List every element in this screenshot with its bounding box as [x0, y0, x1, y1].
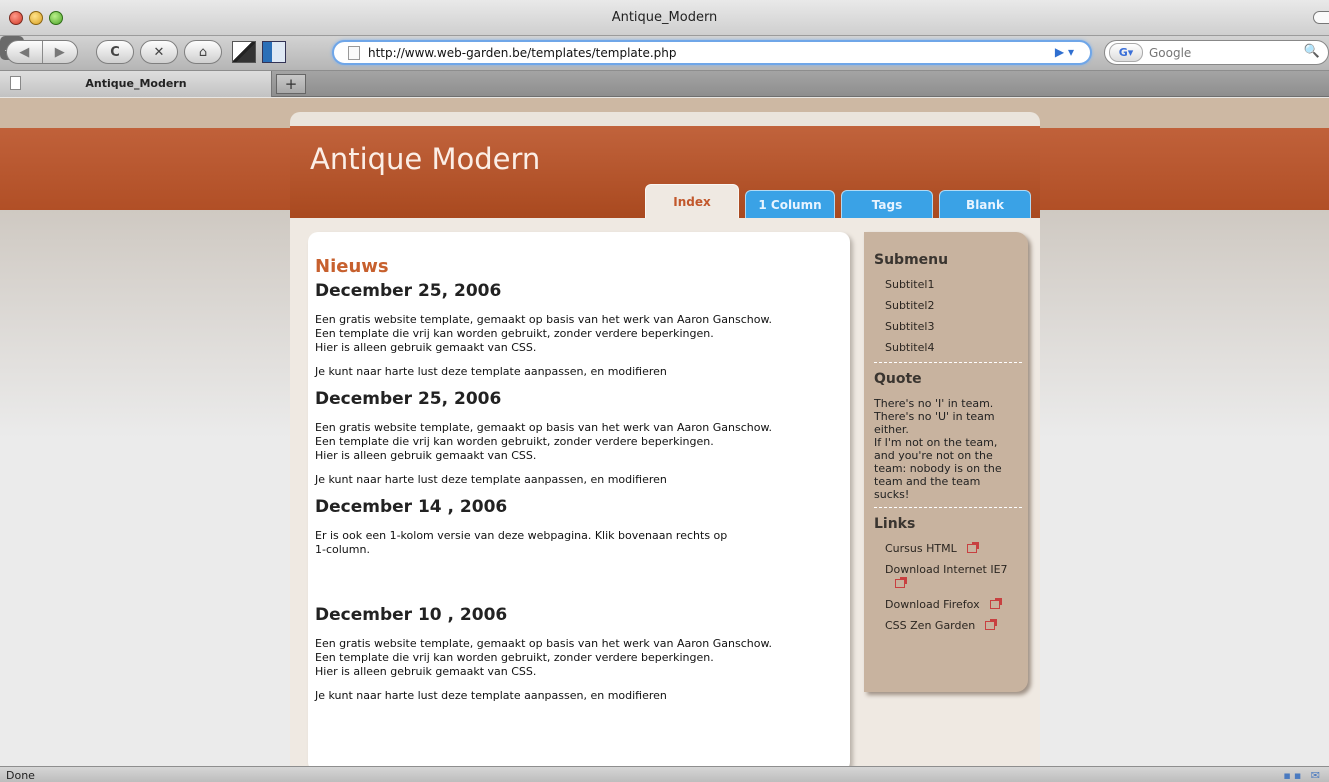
quote-title: Quote [874, 371, 922, 387]
link-cursus-html[interactable]: Cursus HTML [885, 542, 1022, 556]
news-post: December 25, 2006 Een gratis website tem… [315, 389, 835, 487]
tab-label: Antique_Modern [85, 77, 187, 90]
link-label[interactable]: Download Firefox [885, 598, 980, 611]
tab-antique-modern[interactable]: Antique_Modern [0, 71, 272, 97]
site-container: Antique Modern Index 1 Column Tags Blank… [290, 112, 1040, 766]
site-header: Antique Modern Index 1 Column Tags Blank [290, 126, 1040, 218]
post-paragraph: Er is ook een 1-kolom versie van deze we… [315, 529, 835, 557]
news-post: December 10 , 2006 Een gratis website te… [315, 605, 835, 703]
divider [874, 362, 1022, 363]
link-label[interactable]: Cursus HTML [885, 542, 957, 555]
post-line: Een gratis website template, gemaakt op … [315, 313, 772, 326]
link-download-firefox[interactable]: Download Firefox [885, 598, 1022, 612]
post-paragraph: Je kunt naar harte lust deze template aa… [315, 365, 667, 378]
external-link-icon [895, 577, 907, 588]
browser-toolbar: ◀ ▶ C ✕ ⌂ TAG ▶ ▾ G▾ 🔍 [0, 36, 1329, 71]
sidebar-toggle-icon[interactable] [262, 41, 286, 63]
nav-tab-index[interactable]: Index [645, 184, 739, 218]
forward-button[interactable]: ▶ [42, 45, 77, 60]
submenu-item-subtitel4[interactable]: Subtitel4 [885, 341, 1022, 355]
external-link-icon [985, 619, 998, 630]
section-title: Nieuws [315, 256, 389, 277]
post-paragraph: Je kunt naar harte lust deze template aa… [315, 473, 667, 486]
link-download-ie7[interactable]: Download Internet IE7 [885, 563, 1022, 591]
search-icon[interactable]: 🔍 [1304, 44, 1320, 59]
site-title: Antique Modern [310, 142, 541, 176]
page-icon [348, 46, 360, 60]
nav-tab-1-column[interactable]: 1 Column [745, 190, 835, 218]
submenu-item-subtitel1[interactable]: Subtitel1 [885, 278, 1022, 292]
post-line: Er is ook een 1-kolom versie van deze we… [315, 529, 728, 542]
post-line: Hier is alleen gebruik gemaakt van CSS. [315, 665, 537, 678]
search-box[interactable]: G▾ 🔍 [1104, 40, 1329, 65]
post-date: December 14 , 2006 [315, 497, 508, 517]
address-bar[interactable]: ▶ ▾ [332, 40, 1092, 65]
submenu-title: Submenu [874, 252, 949, 268]
post-line: Een gratis website template, gemaakt op … [315, 637, 772, 650]
nav-tab-blank[interactable]: Blank [939, 190, 1031, 218]
link-label[interactable]: CSS Zen Garden [885, 619, 975, 632]
submenu-item-subtitel3[interactable]: Subtitel3 [885, 320, 1022, 334]
post-paragraph: Een gratis website template, gemaakt op … [315, 637, 835, 679]
post-line: Een template die vrij kan worden gebruik… [315, 327, 714, 340]
url-go-icon[interactable]: ▶ ▾ [1055, 45, 1074, 59]
back-button[interactable]: ◀ [7, 45, 42, 60]
link-label[interactable]: Download Internet IE7 [885, 563, 1008, 576]
external-link-icon [989, 598, 1002, 609]
sidebar: Submenu Subtitel1 Subtitel2 Subtitel3 Su… [864, 232, 1028, 692]
reload-button[interactable]: C [96, 40, 134, 64]
post-line: Hier is alleen gebruik gemaakt van CSS. [315, 449, 537, 462]
status-bar: Done ▪▪ ✉ [0, 766, 1329, 782]
toolbar-toggle-button[interactable] [1313, 11, 1329, 24]
post-line: Hier is alleen gebruik gemaakt van CSS. [315, 341, 537, 354]
quote-text: There's no 'I' in team. There's no 'U' i… [874, 397, 1002, 501]
page-body: Nieuws December 25, 2006 Een gratis webs… [290, 218, 1040, 766]
divider [874, 507, 1022, 508]
search-input[interactable] [1149, 41, 1299, 64]
post-date: December 25, 2006 [315, 389, 502, 409]
post-paragraph: Een gratis website template, gemaakt op … [315, 313, 835, 355]
link-css-zen-garden[interactable]: CSS Zen Garden [885, 619, 1022, 633]
url-input[interactable] [368, 42, 1018, 63]
post-paragraph: Je kunt naar harte lust deze template aa… [315, 689, 667, 702]
news-post: December 25, 2006 Een gratis website tem… [315, 281, 835, 379]
external-link-icon [966, 542, 979, 553]
links-title: Links [874, 516, 916, 532]
post-date: December 10 , 2006 [315, 605, 508, 625]
page-viewport: Antique Modern Index 1 Column Tags Blank… [0, 98, 1329, 766]
status-icons[interactable]: ▪▪ ✉ [1283, 769, 1323, 782]
post-line: 1-column. [315, 543, 370, 556]
nav-tab-tags[interactable]: Tags [841, 190, 933, 218]
post-paragraph: Een gratis website template, gemaakt op … [315, 421, 835, 463]
bookmarks-icon[interactable] [232, 41, 256, 63]
post-line: Een template die vrij kan worden gebruik… [315, 651, 714, 664]
post-line: Een template die vrij kan worden gebruik… [315, 435, 714, 448]
main-content: Nieuws December 25, 2006 Een gratis webs… [308, 232, 850, 766]
back-forward-control: ◀ ▶ [6, 40, 78, 64]
window-title: Antique_Modern [611, 10, 718, 25]
new-tab-button[interactable]: + [276, 74, 306, 94]
main-nav: Index 1 Column Tags Blank [645, 184, 1031, 218]
status-text: Done [6, 769, 35, 782]
search-engine-icon[interactable]: G▾ [1109, 43, 1143, 62]
home-button[interactable]: ⌂ [184, 40, 222, 64]
submenu-item-subtitel2[interactable]: Subtitel2 [885, 299, 1022, 313]
post-line: Een gratis website template, gemaakt op … [315, 421, 772, 434]
title-bar: Antique_Modern [0, 0, 1329, 36]
news-post: December 14 , 2006 Er is ook een 1-kolom… [315, 497, 835, 605]
tab-bar: Antique_Modern + [0, 71, 1329, 97]
post-date: December 25, 2006 [315, 281, 502, 301]
stop-button[interactable]: ✕ [140, 40, 178, 64]
